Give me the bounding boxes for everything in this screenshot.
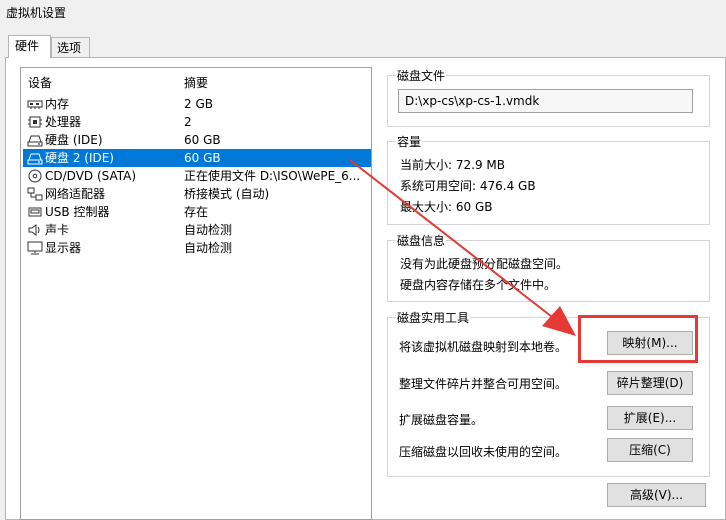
tab-hardware-label: 硬件 [15,39,40,53]
device-row-memory[interactable]: 内存 2 GB [23,95,371,113]
hard-disk-icon [27,153,43,165]
device-name: 网络适配器 [45,187,106,201]
device-summary: 存在 [184,205,209,219]
tab-options[interactable]: 选项 [51,37,90,57]
device-name: USB 控制器 [45,205,110,219]
device-name: CD/DVD (SATA) [45,169,137,183]
expand-button[interactable]: 扩展(E)... [607,406,693,430]
sound-card-icon [28,224,40,236]
disk-file-path-field[interactable]: D:\xp-cs\xp-cs-1.vmdk [398,89,693,113]
map-button-highlight-box [578,315,698,363]
cd-dvd-icon [28,169,42,183]
device-list[interactable]: 设备 摘要 内存 2 GB 处理器 2 硬盘 (IDE) 60 GB 硬盘 2 … [20,67,372,520]
hard-disk-icon [27,135,43,147]
device-row-display[interactable]: 显示器 自动检测 [23,239,371,257]
device-column-header[interactable]: 设备 [28,74,52,91]
compact-description: 压缩磁盘以回收未使用的空间。 [399,445,568,459]
capacity-title: 容量 [396,133,423,150]
device-row-usb-controller[interactable]: USB 控制器 存在 [23,203,371,221]
defragment-description: 整理文件碎片并整合可用空间。 [399,377,568,391]
tab-hardware[interactable]: 硬件 [8,35,51,58]
maximum-size: 最大大小: 60 GB [400,200,493,214]
compact-button[interactable]: 压缩(C) [607,438,693,462]
processor-icon [28,116,42,128]
disk-info-title: 磁盘信息 [396,232,447,249]
tab-options-label: 选项 [57,41,82,55]
disk-file-title: 磁盘文件 [396,67,447,84]
usb-icon [28,207,42,217]
device-row-hard-disk-2[interactable]: 硬盘 2 (IDE) 60 GB [23,149,371,167]
device-name: 硬盘 2 (IDE) [45,151,114,165]
device-name: 内存 [45,97,70,111]
device-summary: 60 GB [184,133,221,147]
summary-column-header[interactable]: 摘要 [184,74,208,91]
device-row-hard-disk[interactable]: 硬盘 (IDE) 60 GB [23,131,371,149]
disk-info-group: 磁盘信息 没有为此硬盘预分配磁盘空间。 硬盘内容存储在多个文件中。 [387,232,710,302]
device-name: 处理器 [45,115,82,129]
device-summary: 正在使用文件 D:\ISO\WePE_6... [184,169,361,183]
device-summary: 60 GB [184,151,221,165]
device-row-cd-dvd[interactable]: CD/DVD (SATA) 正在使用文件 D:\ISO\WePE_6... [23,167,371,185]
disk-utilities-title: 磁盘实用工具 [396,309,471,326]
display-icon [27,241,43,255]
device-summary: 自动检测 [184,223,233,237]
device-row-network-adapter[interactable]: 网络适配器 桥接模式 (自动) [23,185,371,203]
map-description: 将该虚拟机磁盘映射到本地卷。 [399,340,568,354]
device-summary: 2 GB [184,97,213,111]
expand-description: 扩展磁盘容量。 [399,413,484,427]
capacity-group: 容量 当前大小: 72.9 MB 系统可用空间: 476.4 GB 最大大小: … [387,133,710,225]
disk-info-storage: 硬盘内容存储在多个文件中。 [400,278,557,292]
advanced-button[interactable]: 高级(V)... [607,483,706,507]
memory-icon [27,100,43,109]
device-row-sound-card[interactable]: 声卡 自动检测 [23,221,371,239]
device-name: 声卡 [45,223,70,237]
disk-info-preallocation: 没有为此硬盘预分配磁盘空间。 [400,257,569,271]
device-name: 显示器 [45,241,82,255]
device-summary: 自动检测 [184,241,233,255]
device-summary: 桥接模式 (自动) [184,187,270,201]
network-adapter-icon [27,187,43,201]
defragment-button[interactable]: 碎片整理(D) [607,371,693,395]
device-name: 硬盘 (IDE) [45,133,103,147]
system-free-space: 系统可用空间: 476.4 GB [400,179,536,193]
current-size: 当前大小: 72.9 MB [400,158,505,172]
window-title: 虚拟机设置 [6,6,67,20]
device-summary: 2 [184,115,192,129]
device-row-processor[interactable]: 处理器 2 [23,113,371,131]
